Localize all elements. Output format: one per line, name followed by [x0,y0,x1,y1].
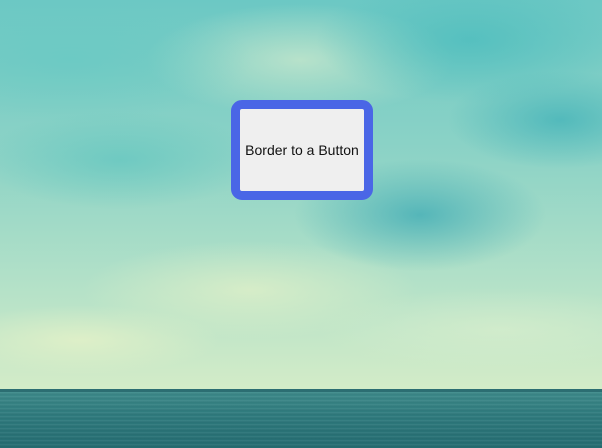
sea [0,392,602,448]
border-button[interactable]: Border to a Button [231,100,373,200]
background-image [0,0,602,448]
